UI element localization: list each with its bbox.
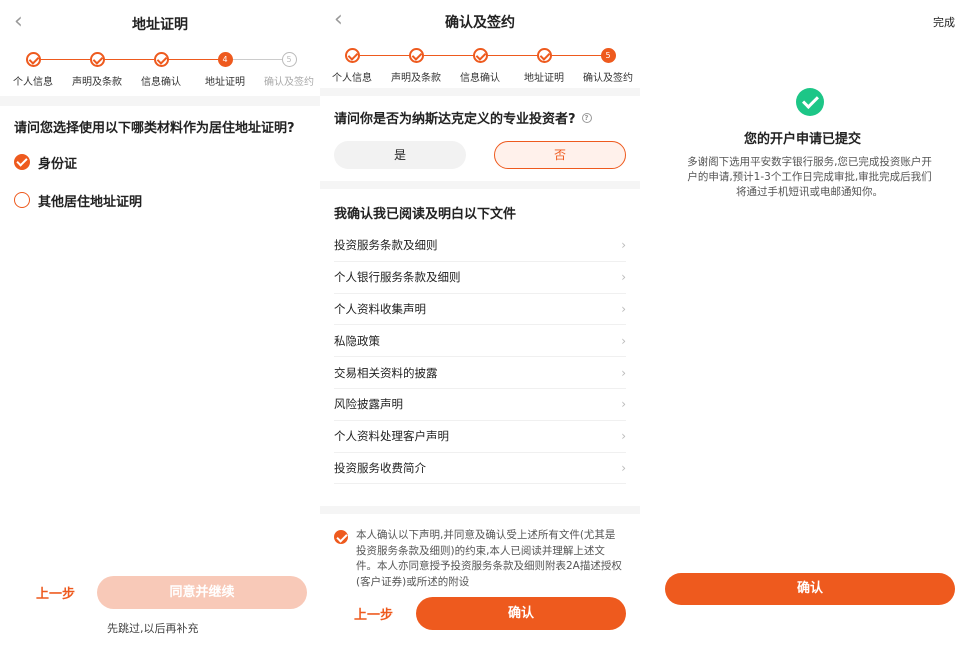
confirm-button[interactable]: 确认 bbox=[416, 597, 626, 630]
document-item[interactable]: 个人资料处理客户声明 › bbox=[334, 421, 626, 453]
question-circle-icon[interactable]: ? bbox=[581, 112, 592, 123]
chevron-right-icon: › bbox=[621, 460, 626, 475]
chevron-right-icon: › bbox=[621, 397, 626, 412]
section-divider bbox=[320, 506, 640, 514]
document-item[interactable]: 私隐政策 › bbox=[334, 325, 626, 358]
step-info-confirm: 信息确认 bbox=[131, 52, 191, 88]
check-icon bbox=[25, 52, 41, 67]
agree-continue-button[interactable]: 同意并继续 bbox=[97, 576, 307, 609]
address-proof-screen: ‹ 地址证明 个人信息 声明及条款 信息确认 4 地址证明 5 确认及签约 请问… bbox=[0, 0, 320, 655]
chevron-right-icon: › bbox=[621, 429, 626, 444]
check-icon bbox=[536, 48, 552, 63]
option-label: 其他居住地址证明 bbox=[38, 194, 143, 210]
page-title: 确认及签约 bbox=[445, 15, 515, 31]
done-button[interactable]: 完成 bbox=[933, 14, 955, 30]
prev-step-link[interactable]: 上一步 bbox=[354, 604, 393, 623]
chevron-right-icon: › bbox=[621, 333, 626, 348]
documents-heading: 我确认我已阅读及明白以下文件 bbox=[334, 207, 517, 222]
progress-stepper: 个人信息 声明及条款 信息确认 地址证明 5 确认及签约 bbox=[320, 40, 640, 88]
yes-no-toggle: 是 否 bbox=[320, 141, 640, 169]
document-item[interactable]: 风险披露声明 › bbox=[334, 389, 626, 421]
section-divider bbox=[0, 96, 320, 106]
application-submitted-screen: 完成 您的开户申请已提交 多谢阁下选用平安数字银行服务,您已完成投资账户开户的申… bbox=[640, 0, 965, 655]
no-button[interactable]: 否 bbox=[494, 141, 626, 169]
step-personal-info: 个人信息 bbox=[3, 52, 63, 88]
document-item[interactable]: 个人银行服务条款及细则 › bbox=[334, 262, 626, 294]
chevron-right-icon: › bbox=[621, 365, 626, 380]
chevron-right-icon: › bbox=[621, 238, 626, 253]
prev-step-link[interactable]: 上一步 bbox=[36, 583, 75, 602]
step-address-proof: 4 地址证明 bbox=[195, 52, 255, 88]
confirm-sign-screen: ‹ 确认及签约 个人信息 声明及条款 信息确认 地址证明 5 确认及签约 请问你… bbox=[320, 0, 640, 655]
check-icon bbox=[89, 52, 105, 67]
chevron-right-icon: › bbox=[621, 301, 626, 316]
step-number: 4 bbox=[217, 52, 233, 67]
step-info-confirm: 信息确认 bbox=[450, 48, 510, 84]
step-declarations: 声明及条款 bbox=[386, 48, 446, 84]
consent-checkbox[interactable] bbox=[334, 530, 348, 544]
step-declarations: 声明及条款 bbox=[67, 52, 127, 88]
section-divider bbox=[320, 88, 640, 96]
option-id-card[interactable]: 身份证 bbox=[0, 143, 320, 181]
success-title: 您的开户申请已提交 bbox=[743, 132, 861, 147]
success-check-icon bbox=[796, 88, 824, 116]
skip-link[interactable]: 先跳过,以后再补充 bbox=[107, 620, 199, 636]
address-proof-question: 请问您选择使用以下哪类材料作为居住地址证明? bbox=[14, 121, 295, 136]
check-icon bbox=[472, 48, 488, 63]
step-number: 5 bbox=[281, 52, 297, 67]
document-item[interactable]: 投资服务条款及细则 › bbox=[334, 230, 626, 262]
nav-bar: ‹ 地址证明 bbox=[0, 0, 320, 44]
step-confirm-sign: 5 确认及签约 bbox=[259, 52, 319, 88]
nav-bar: ‹ 确认及签约 bbox=[320, 0, 640, 44]
document-item[interactable]: 交易相关资料的披露 › bbox=[334, 357, 626, 389]
confirm-button[interactable]: 确认 bbox=[665, 573, 955, 605]
option-other-proof[interactable]: 其他居住地址证明 bbox=[0, 181, 320, 219]
section-divider bbox=[320, 181, 640, 189]
step-personal-info: 个人信息 bbox=[322, 48, 382, 84]
step-address-proof: 地址证明 bbox=[514, 48, 574, 84]
document-item[interactable]: 投资服务收费简介 › bbox=[334, 453, 626, 485]
step-number: 5 bbox=[600, 48, 616, 63]
yes-button[interactable]: 是 bbox=[334, 141, 466, 169]
chevron-right-icon: › bbox=[621, 270, 626, 285]
consent-block: 本人确认以下声明,并同意及确认受上述所有文件(尤其是投资服务条款及细则)的约束,… bbox=[334, 528, 622, 590]
nav-bar: 完成 bbox=[640, 0, 965, 44]
check-icon bbox=[408, 48, 424, 63]
page-title: 地址证明 bbox=[132, 17, 188, 33]
success-description: 多谢阁下选用平安数字银行服务,您已完成投资账户开户的申请,预计1-3个工作日完成… bbox=[687, 156, 932, 198]
pro-investor-question: 请问你是否为纳斯达克定义的专业投资者? ? bbox=[320, 96, 640, 139]
step-confirm-sign: 5 确认及签约 bbox=[578, 48, 638, 84]
consent-text: 本人确认以下声明,并同意及确认受上述所有文件(尤其是投资服务条款及细则)的约束,… bbox=[356, 529, 622, 588]
option-label: 身份证 bbox=[38, 156, 78, 172]
check-icon bbox=[153, 52, 169, 67]
progress-stepper: 个人信息 声明及条款 信息确认 4 地址证明 5 确认及签约 bbox=[0, 44, 320, 96]
radio-checked-icon[interactable] bbox=[14, 154, 30, 170]
radio-unchecked-icon[interactable] bbox=[14, 192, 30, 208]
document-item[interactable]: 个人资料收集声明 › bbox=[334, 294, 626, 326]
check-icon bbox=[344, 48, 360, 63]
